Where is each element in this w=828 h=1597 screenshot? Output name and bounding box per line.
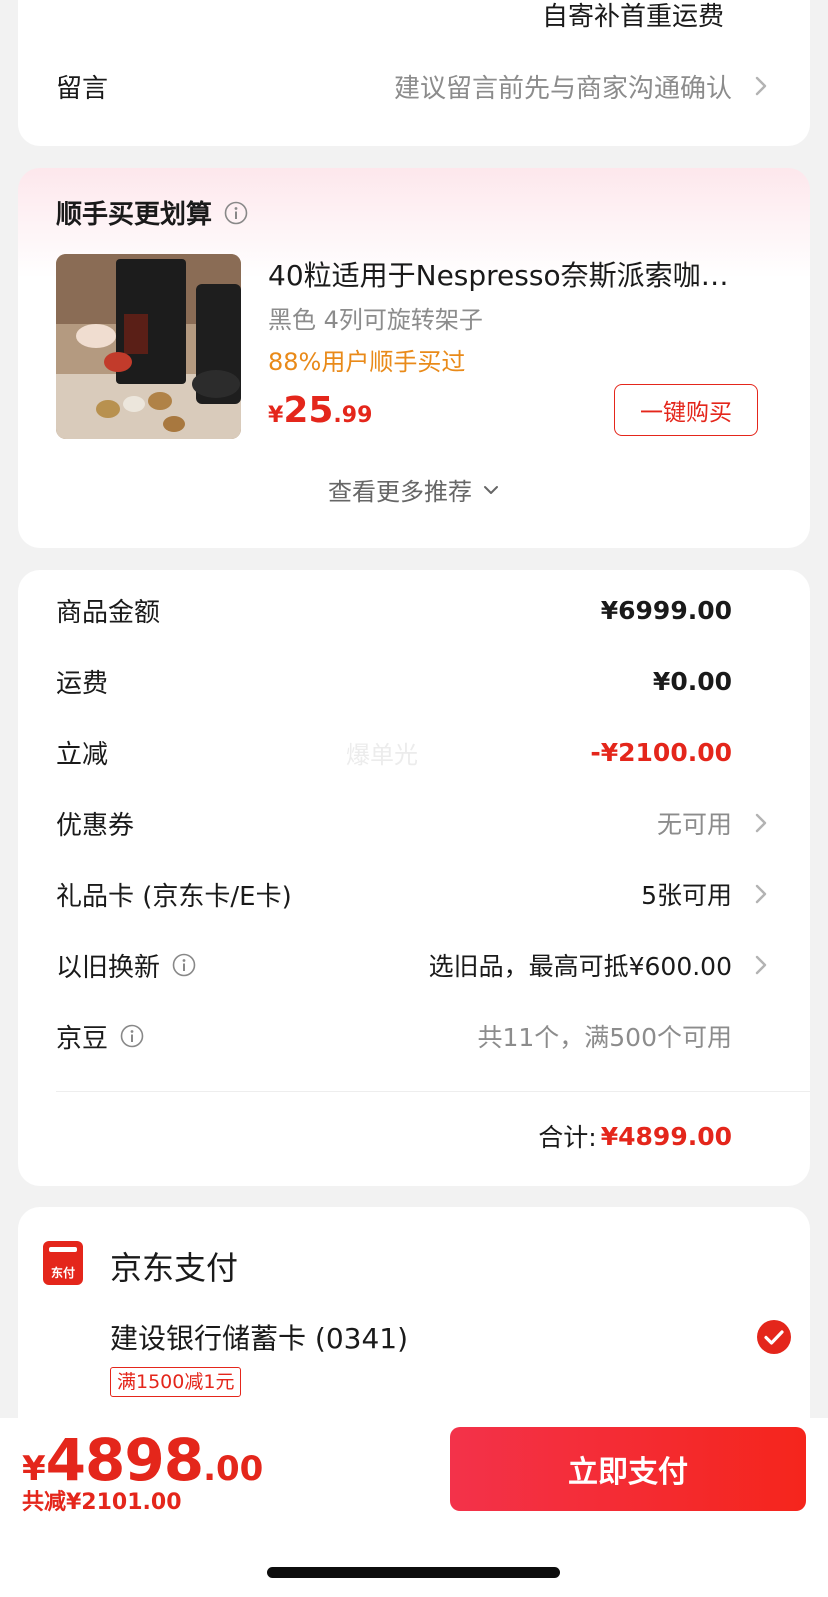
addon-title: 顺手买更划算: [56, 200, 213, 230]
product-price: ¥25.99: [268, 390, 372, 431]
goods-amount-value: ¥6999.00: [600, 595, 732, 625]
shipping-label: 运费: [56, 668, 109, 699]
payment-method-label: 京东支付: [110, 1249, 239, 1287]
home-indicator[interactable]: [267, 1567, 560, 1578]
discount-label: 立减: [56, 739, 109, 770]
pay-now-button[interactable]: 立即支付: [450, 1427, 806, 1511]
promo-tag: 满1500减1元: [110, 1367, 242, 1397]
summary-row-discount: 立减 爆单光 -¥2100.00: [56, 722, 772, 782]
view-more-label: 查看更多推荐: [328, 478, 472, 506]
tradein-label: 以旧换新: [56, 952, 161, 983]
summary-row-giftcard[interactable]: 礼品卡 (京东卡/E卡) 5张可用: [56, 864, 772, 924]
giftcard-wrap: 5张可用: [641, 876, 772, 912]
one-click-buy-label: 一键购买: [640, 400, 732, 426]
bank-card-option[interactable]: 建设银行储蓄卡 (0341): [110, 1313, 792, 1363]
pay-now-label: 立即支付: [568, 1455, 688, 1490]
coupon-wrap: 无可用: [657, 805, 772, 841]
watermark: 爆单光: [346, 740, 418, 769]
price-dec: .99: [333, 403, 373, 428]
tradein-wrap: 选旧品，最高可抵¥600.00: [429, 947, 772, 983]
home-indicator-area: [0, 1524, 828, 1597]
price-int: 25: [283, 390, 334, 431]
jingdou-value: 共11个，满500个可用: [477, 1023, 732, 1052]
one-click-buy-button[interactable]: 一键购买: [614, 384, 758, 436]
shipping-wrap: ¥0.00: [653, 667, 772, 696]
summary-row-goods: 商品金额 ¥6999.00: [56, 580, 772, 640]
check-icon: [756, 1319, 792, 1355]
tradein-value: 选旧品，最高可抵¥600.00: [428, 952, 732, 981]
jd-pay-icon-text: 东付: [50, 1266, 75, 1280]
goods-amount-wrap: ¥6999.00: [601, 596, 772, 625]
message-placeholder: 建议留言前先与商家沟通确认: [393, 73, 732, 104]
message-label: 留言: [56, 73, 109, 104]
coupon-label: 优惠券: [56, 810, 135, 841]
note-card: 自寄补首重运费 留言 建议留言前先与商家沟通确认: [18, 0, 810, 146]
giftcard-value: 5张可用: [641, 881, 732, 910]
chevron-right-icon: [750, 954, 772, 976]
addon-card: 顺手买更划算 40粒适用于Nespresso奈斯派索咖… 黑色 4列可旋转架子 …: [18, 168, 810, 548]
info-icon[interactable]: [224, 201, 248, 225]
divider: [56, 1091, 810, 1092]
product-spec: 黑色 4列可旋转架子: [268, 306, 483, 334]
chevron-right-icon: [750, 812, 772, 834]
message-value-wrap: 建议留言前先与商家沟通确认: [394, 68, 772, 105]
total-value: ¥4899.00: [600, 1121, 732, 1151]
giftcard-label: 礼品卡 (京东卡/E卡): [56, 881, 292, 912]
final-dec: .00: [203, 1449, 264, 1489]
chevron-right-icon: [750, 75, 772, 97]
total-row: 合计: ¥4899.00: [538, 1106, 732, 1166]
goods-amount-label: 商品金额: [56, 597, 161, 628]
coupon-value: 无可用: [656, 810, 732, 839]
price-summary-card: 商品金额 ¥6999.00 运费 ¥0.00 立减 爆单光 -¥2100.00 …: [18, 570, 810, 1186]
addon-title-wrap: 顺手买更划算: [56, 194, 248, 231]
chevron-right-icon: [750, 883, 772, 905]
total-saving: 共减¥2101.00: [22, 1490, 182, 1515]
social-proof: 88%用户顺手买过: [268, 348, 466, 376]
final-symbol: ¥: [22, 1449, 46, 1489]
total-label: 合计:: [538, 1123, 597, 1152]
summary-row-jingdou: 京豆 共11个，满500个可用: [56, 1006, 772, 1066]
price-symbol: ¥: [268, 403, 284, 428]
summary-row-coupon[interactable]: 优惠券 无可用: [56, 793, 772, 853]
info-icon[interactable]: [120, 1024, 144, 1048]
view-more-recommendations[interactable]: 查看更多推荐: [18, 472, 810, 507]
jd-pay-icon: 东付: [43, 1241, 83, 1285]
shipping-note: 自寄补首重运费: [541, 2, 724, 32]
message-row[interactable]: 留言 建议留言前先与商家沟通确认: [56, 56, 772, 116]
discount-wrap: -¥2100.00: [590, 738, 772, 767]
discount-value: -¥2100.00: [590, 737, 732, 767]
jingdou-label: 京豆: [56, 1023, 109, 1054]
chevron-down-icon: [482, 481, 500, 499]
product-name[interactable]: 40粒适用于Nespresso奈斯派索咖…: [268, 254, 778, 294]
shipping-value: ¥0.00: [652, 666, 732, 696]
info-icon[interactable]: [172, 953, 196, 977]
jingdou-wrap: 共11个，满500个可用: [477, 1018, 772, 1054]
bank-card-label: 建设银行储蓄卡 (0341): [110, 1322, 409, 1355]
checkout-bar: ¥4898.00 共减¥2101.00 立即支付: [0, 1418, 828, 1524]
product-image[interactable]: [56, 254, 241, 439]
summary-row-tradein[interactable]: 以旧换新 选旧品，最高可抵¥600.00: [56, 935, 772, 995]
summary-row-shipping: 运费 ¥0.00: [56, 651, 772, 711]
